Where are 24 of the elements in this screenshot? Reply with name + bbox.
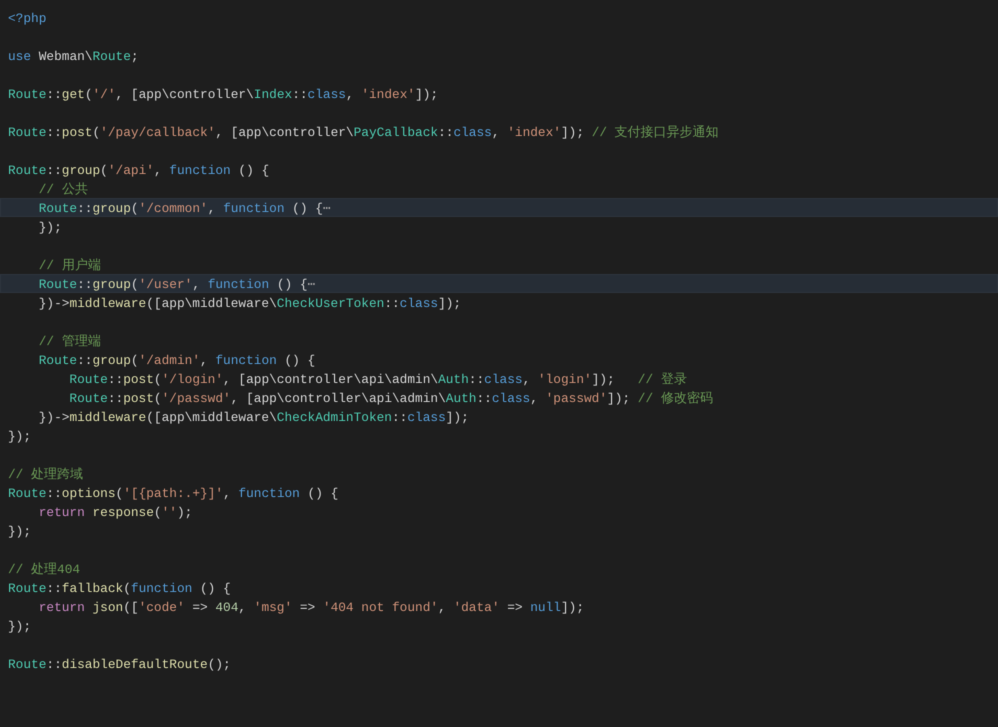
code-line: Route::group('/api', function () {: [7, 162, 270, 179]
code-line: });: [38, 219, 63, 236]
code-line: });: [7, 618, 32, 635]
code-line: Route::post('/pay/callback', [app\controller\PayCallback::class, 'index']); // 支付接口异步通知: [7, 124, 720, 141]
code-line: })->middleware([app\middleware\CheckUserToken::class]);: [38, 295, 462, 312]
code-line: Route::options('[{path:.+}]', function () {: [7, 485, 340, 502]
code-line: return response('');: [38, 504, 194, 521]
code-line: })->middleware([app\middleware\CheckAdminToken::class]);: [38, 409, 470, 426]
code-line: Route::get('/', [app\controller\Index::class, 'index']);: [7, 86, 440, 103]
code-line: <?php: [7, 10, 48, 27]
code-line: // 管理端: [38, 333, 102, 350]
code-line: Route::post('/passwd', [app\controller\api\admin\Auth::class, 'passwd']); // 修改密码: [68, 390, 714, 407]
code-line: // 公共: [38, 181, 89, 198]
code-line: Route::disableDefaultRoute();: [7, 656, 232, 673]
code-line: // 处理404: [7, 561, 82, 578]
code-line: Route::fallback(function () {: [7, 580, 232, 597]
code-line: Route::group('/admin', function () {: [38, 352, 316, 369]
code-line: Route::post('/login', [app\controller\api\admin\Auth::class, 'login']); // 登录: [68, 371, 688, 388]
code-line: return json(['code' => 404, 'msg' => '404 not found', 'data' => null]);: [38, 599, 586, 616]
code-line: // 处理跨域: [7, 466, 84, 483]
code-line: // 用户端: [38, 257, 102, 274]
code-line: });: [7, 428, 32, 445]
code-line: use Webman\Route;: [7, 48, 140, 65]
code-line: });: [7, 523, 32, 540]
